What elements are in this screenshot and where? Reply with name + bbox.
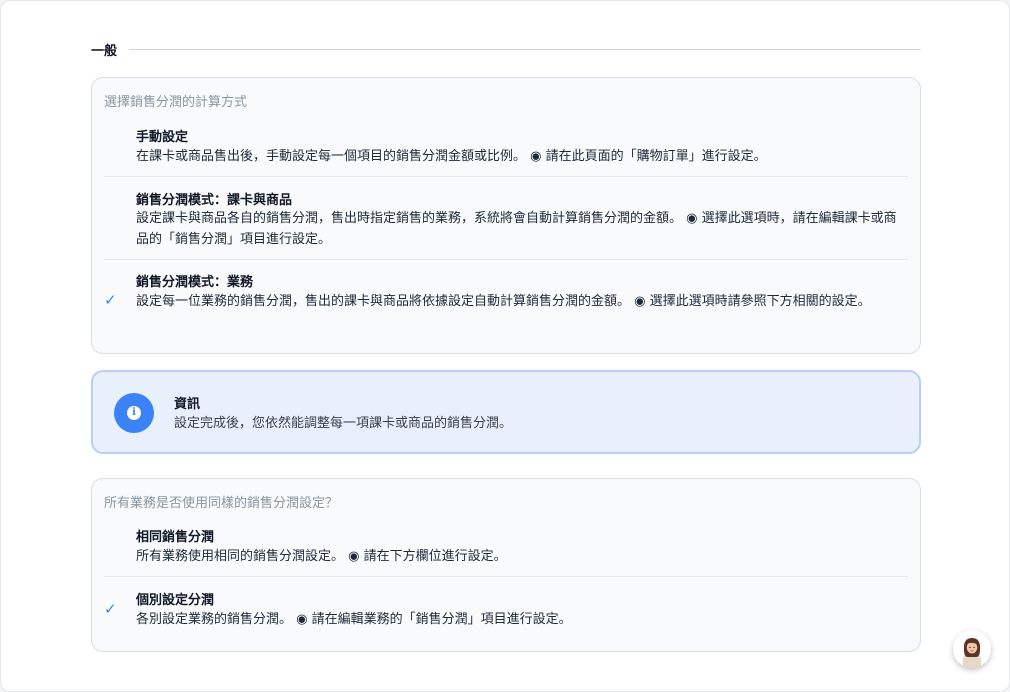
check-icon: ✓ <box>104 600 117 618</box>
option-description: 設定課卡與商品各自的銷售分潤，售出時指定銷售的業務，系統將會自動計算銷售分潤的金… <box>136 211 897 247</box>
option-title: 相同銷售分潤 <box>136 530 215 545</box>
section-header: 一般 <box>91 39 921 59</box>
info-title: 資訊 <box>174 397 201 412</box>
option-description: 所有業務使用相同的銷售分潤設定。 ◉ 請在下方欄位進行設定。 <box>136 549 507 564</box>
same-settings-question: 所有業務是否使用同樣的銷售分潤設定？ <box>104 496 339 511</box>
info-glyph: i <box>127 406 141 420</box>
info-icon: i <box>114 393 154 433</box>
avatar-icon <box>953 630 991 668</box>
settings-page: 一般 選擇銷售分潤的計算方式 手動設定 在課卡或商品售出後，手動設定每一個項目的… <box>0 0 1010 692</box>
section-title: 一般 <box>91 43 118 59</box>
support-avatar-button[interactable] <box>953 630 991 668</box>
check-icon: ✓ <box>104 291 117 309</box>
option-title: 銷售分潤模式：業務 <box>136 275 254 290</box>
info-text: 設定完成後，您依然能調整每一項課卡或商品的銷售分潤。 <box>174 416 513 431</box>
calc-method-card: 選擇銷售分潤的計算方式 手動設定 在課卡或商品售出後，手動設定每一個項目的銷售分… <box>91 77 921 354</box>
option-title: 個別設定分潤 <box>136 593 215 608</box>
section-divider <box>129 48 921 50</box>
option-divider <box>104 576 908 577</box>
option-description: 在課卡或商品售出後，手動設定每一個項目的銷售分潤金額或比例。 ◉ 請在此頁面的「… <box>136 149 767 164</box>
option-divider <box>104 259 908 260</box>
option-divider <box>104 176 908 177</box>
calc-method-question: 選擇銷售分潤的計算方式 <box>104 95 248 110</box>
info-callout: i 資訊 設定完成後，您依然能調整每一項課卡或商品的銷售分潤。 <box>91 370 921 454</box>
option-title: 手動設定 <box>136 130 189 145</box>
option-description: 設定每一位業務的銷售分潤，售出的課卡與商品將依據設定自動計算銷售分潤的金額。 ◉… <box>136 294 871 309</box>
option-title: 銷售分潤模式：課卡與商品 <box>136 193 293 208</box>
option-description: 各別設定業務的銷售分潤。 ◉ 請在編輯業務的「銷售分潤」項目進行設定。 <box>136 612 572 627</box>
same-settings-card: 所有業務是否使用同樣的銷售分潤設定？ 相同銷售分潤 所有業務使用相同的銷售分潤設… <box>91 478 921 652</box>
